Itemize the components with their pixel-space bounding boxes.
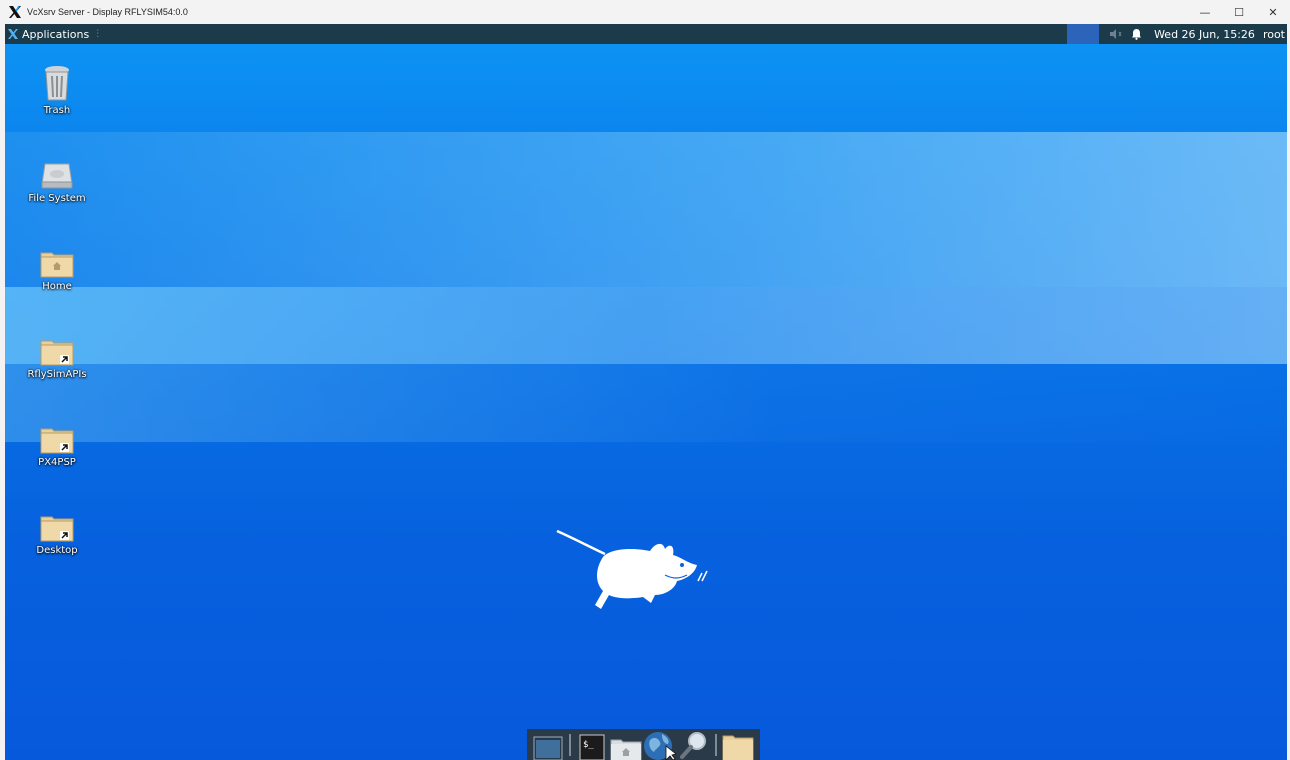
folder-link-icon [40,340,74,366]
search-icon [680,732,706,759]
panel-separator: ⋮ [93,29,103,39]
terminal-icon: $_ [579,734,605,760]
notification-bell-icon[interactable] [1131,28,1142,40]
volume-icon[interactable] [1109,28,1123,40]
dock-search[interactable] [677,729,711,760]
close-button[interactable]: ✕ [1256,0,1290,24]
web-browser-icon [644,732,676,760]
desktop-icon-desktop[interactable]: Desktop [5,502,109,556]
dock-home-folder[interactable] [609,729,643,760]
px4psp-label: PX4PSP [38,457,76,468]
applications-menu[interactable]: Applications ⋮ [5,24,102,44]
workspace-switcher[interactable] [1067,24,1100,44]
file-system-label: File System [28,193,86,204]
desktop-icon-px4psp[interactable]: PX4PSP [5,414,109,468]
x-logo-icon [9,5,21,18]
window-titlebar: VcXsrv Server - Display RFLYSIM54:0.0 — … [0,0,1290,24]
folder-link-icon [40,428,74,454]
desktop-folder-label: Desktop [36,545,78,556]
minimize-button[interactable]: — [1188,0,1222,24]
desktop-icon-file-system[interactable]: File System [5,150,109,204]
xfce-mouse-logo [556,529,708,609]
xfce-logo-icon [8,29,18,39]
rflysimapis-label: RflySimAPIs [27,369,87,380]
desktop[interactable]: Applications ⋮ Wed 26 Jun, 15:26 root Tr… [5,24,1287,760]
maximize-button[interactable]: ☐ [1222,0,1256,24]
user-menu[interactable]: root [1263,28,1285,41]
desktop-icon-trash[interactable]: Trash [5,62,109,116]
home-label: Home [42,281,72,292]
show-desktop-icon [533,736,563,760]
dock-show-desktop[interactable] [531,729,565,760]
clock[interactable]: Wed 26 Jun, 15:26 [1154,28,1255,41]
home-folder-icon [40,252,74,278]
top-panel: Applications ⋮ Wed 26 Jun, 15:26 root [5,24,1287,44]
dock-terminal[interactable]: $_ [575,729,609,760]
trash-icon [45,66,69,101]
folder-link-icon [40,516,74,542]
dock-web-browser[interactable] [643,729,677,760]
window-title: VcXsrv Server - Display RFLYSIM54:0.0 [27,7,188,17]
folder-icon [722,735,754,760]
drive-icon [41,163,73,189]
svg-text:$_: $_ [583,740,594,750]
dock: $_ [527,729,760,760]
desktop-icon-home[interactable]: Home [5,238,109,292]
applications-label: Applications [22,27,90,41]
dock-folder[interactable] [721,729,755,760]
home-folder-icon [610,739,642,760]
desktop-icon-rflysimapis[interactable]: RflySimAPIs [5,326,109,380]
trash-label: Trash [43,105,71,116]
